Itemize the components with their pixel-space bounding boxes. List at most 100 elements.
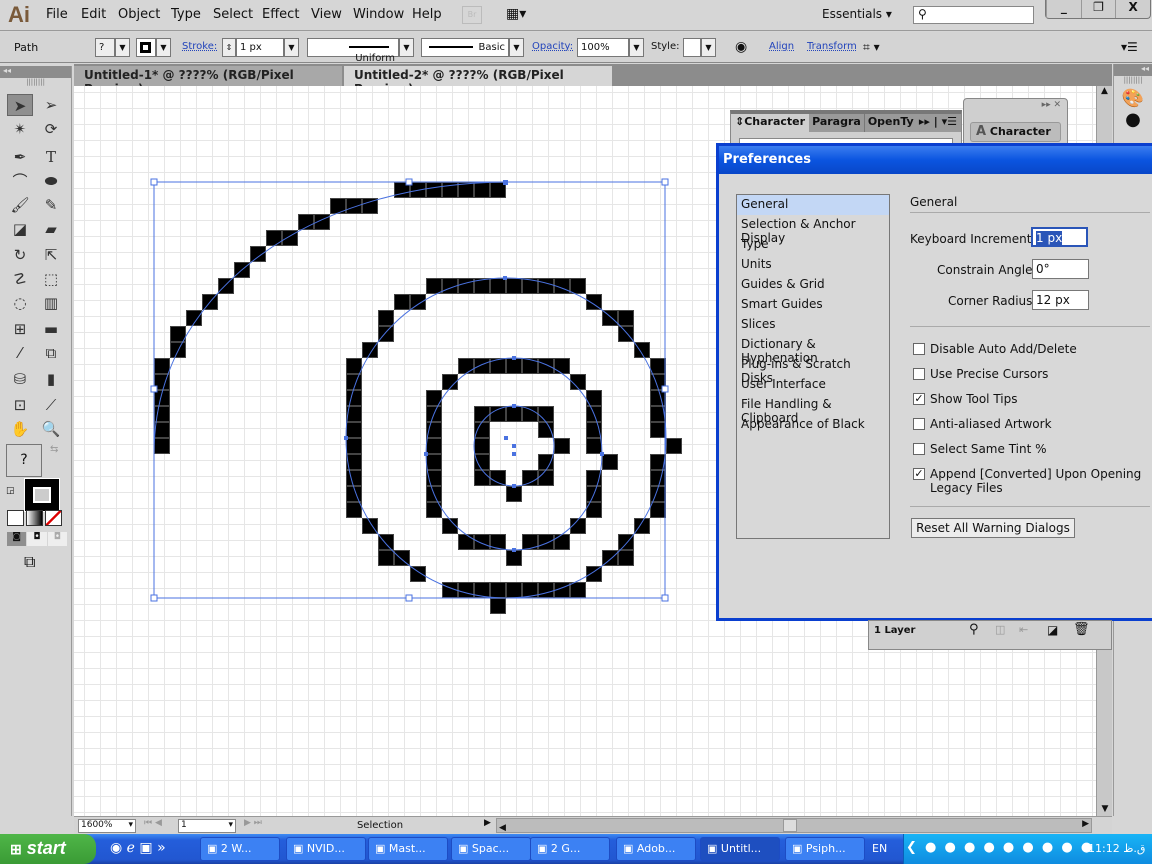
make-clipping-mask-icon[interactable]: ◫ [995, 623, 1005, 636]
anchor-point[interactable] [344, 436, 348, 440]
stroke-weight-dropdown[interactable]: ▼ [284, 38, 299, 57]
eyedropper-tool[interactable]: ⁄ [7, 342, 33, 364]
selection-tool[interactable]: ➤ [7, 94, 33, 116]
new-layer-icon[interactable]: ◪ [1047, 623, 1058, 637]
screen-mode-icon[interactable]: ⧉ [24, 552, 35, 572]
profile-dropdown[interactable]: ▼ [399, 38, 414, 57]
category-item[interactable]: General [737, 195, 889, 215]
tab-untitled-1[interactable]: Untitled-1* @ ????% (RGB/Pixel Preview)× [74, 66, 342, 96]
menu-help[interactable]: Help [412, 7, 442, 22]
menu-file[interactable]: File [46, 7, 68, 22]
taskbar-item[interactable]: ▣ NVID... [286, 837, 366, 861]
hand-tool[interactable]: ✋ [7, 418, 33, 440]
tab-character[interactable]: ⇕Character [731, 114, 810, 132]
mesh-tool[interactable]: ⊞ [7, 318, 33, 340]
taskbar-item[interactable]: ▣ 2 G... [530, 837, 610, 861]
bbox-handle[interactable] [661, 594, 669, 602]
anchor-point[interactable] [512, 484, 516, 488]
option-checkbox[interactable]: Anti-aliased Artwork [913, 417, 1149, 431]
shape-builder-tool[interactable]: ◌ [7, 292, 33, 314]
search-input[interactable]: ⚲ [913, 6, 1034, 24]
first-artboard-icon[interactable]: ⏮ ◀ [144, 818, 162, 828]
category-item[interactable]: File Handling & Clipboard [737, 395, 889, 425]
zoom-tool[interactable]: 🔍 [38, 418, 64, 440]
keyboard-increment-input[interactable]: 1 px [1031, 227, 1088, 247]
gradient-mode-button[interactable] [26, 510, 43, 526]
category-item[interactable]: Slices [737, 315, 889, 335]
category-item[interactable]: Units [737, 255, 889, 275]
menu-edit[interactable]: Edit [81, 7, 106, 22]
category-item[interactable]: Type [737, 235, 889, 255]
checkbox-icon[interactable] [913, 343, 925, 355]
tab-untitled-2[interactable]: Untitled-2* @ ????% (RGB/Pixel Preview)× [344, 66, 612, 96]
menu-type[interactable]: Type [171, 7, 201, 22]
option-checkbox[interactable]: Disable Auto Add/Delete [913, 342, 1149, 356]
scroll-up-icon[interactable]: ▲ [1097, 86, 1112, 96]
column-graph-tool[interactable]: ▮ [38, 368, 64, 390]
category-item[interactable]: Guides & Grid [737, 275, 889, 295]
option-checkbox[interactable]: Use Precise Cursors [913, 367, 1149, 381]
pen-tool[interactable]: ✒ [7, 146, 33, 168]
bridge-button[interactable]: Br [462, 6, 482, 24]
bbox-handle[interactable] [150, 385, 158, 393]
eraser-tool[interactable]: ▰ [38, 218, 64, 240]
corner-radius-input[interactable]: 12 px [1032, 290, 1089, 310]
category-item[interactable]: Dictionary & Hyphenation [737, 335, 889, 365]
default-colors-icon[interactable]: ◲ [6, 486, 15, 496]
checkbox-icon[interactable]: ✓ [913, 393, 925, 405]
artboard-dropdown-icon[interactable]: ▾ [228, 820, 235, 830]
tab-opentype[interactable]: OpenTy [865, 114, 915, 132]
status-field[interactable]: Selection [280, 818, 480, 834]
stroke-dropdown[interactable]: ▼ [156, 38, 171, 57]
color-guide-icon[interactable]: 🎨 [1114, 88, 1152, 109]
lasso-tool[interactable]: ⟳ [38, 118, 64, 140]
option-checkbox[interactable]: ✓ Show Tool Tips [913, 392, 1149, 406]
constrain-angle-input[interactable]: 0° [1032, 259, 1089, 279]
locate-object-icon[interactable]: ⚲ [969, 622, 979, 637]
color-mode-button[interactable] [7, 510, 24, 526]
isolate-selection-icon[interactable]: ⌗ ▾ [863, 40, 880, 55]
control-panel-menu-icon[interactable]: ▾☰ [1121, 40, 1138, 54]
draw-behind-icon[interactable]: ◘ [27, 532, 47, 546]
taskbar-item[interactable]: ▣ Untitl... [700, 837, 780, 861]
bbox-handle[interactable] [150, 178, 158, 186]
artboard-navigation-field[interactable]: 1 ▾ [178, 819, 236, 833]
anchor-point[interactable] [503, 180, 508, 185]
perspective-grid-tool[interactable]: ▥ [38, 292, 64, 314]
color-wheel-icon[interactable]: ● [1114, 109, 1152, 130]
anchor-point[interactable] [512, 404, 516, 408]
anchor-point[interactable] [503, 276, 507, 280]
checkbox-icon[interactable] [913, 418, 925, 430]
quicklaunch-icons[interactable]: ◉ ℯ ▣ » [110, 840, 166, 856]
menu-select[interactable]: Select [213, 7, 253, 22]
paintbrush-tool[interactable]: 🖌 [7, 194, 33, 216]
style-dropdown[interactable]: ▼ [701, 38, 716, 57]
checkbox-icon[interactable]: ✓ [913, 468, 925, 480]
artboard-tool[interactable]: ⊡ [7, 394, 33, 416]
category-list[interactable]: General Selection & Anchor Display Type Uni… [736, 194, 890, 539]
warp-tool[interactable]: ☡ [7, 268, 33, 290]
gradient-tool[interactable]: ▬ [38, 318, 64, 340]
opacity-input[interactable]: 100% [577, 38, 629, 57]
status-menu-icon[interactable]: ▶ [484, 818, 491, 828]
panel-grip[interactable]: |||||||| [0, 78, 71, 86]
direct-selection-tool[interactable]: ➢ [38, 94, 64, 116]
variable-width-profile[interactable]: Uniform [307, 38, 399, 64]
opacity-dropdown[interactable]: ▼ [629, 38, 644, 57]
blob-brush-tool[interactable]: ◪ [7, 218, 33, 240]
bbox-handle[interactable] [150, 594, 158, 602]
taskbar-item[interactable]: ▣ Spac... [451, 837, 531, 861]
option-checkbox[interactable]: Select Same Tint % [913, 442, 1149, 456]
scroll-right-icon[interactable]: ▶ [1082, 819, 1089, 829]
tray-icons[interactable]: ❮ ● ● ● ● ● ● ● ● ● [906, 840, 1094, 855]
stroke-color-box[interactable] [24, 478, 60, 512]
fill-dropdown[interactable]: ▼ [115, 38, 130, 57]
brush-definition[interactable]: Basic [421, 38, 509, 57]
ellipse-tool[interactable]: ⬬ [38, 170, 64, 192]
taskbar-item[interactable]: ▣ Mast... [368, 837, 448, 861]
slice-tool[interactable]: ⟋ [38, 394, 64, 416]
checkbox-icon[interactable] [913, 368, 925, 380]
expand-dock-icon[interactable]: ◂◂ [1114, 64, 1152, 76]
workspace-switcher[interactable]: Essentials ▾ [822, 7, 892, 21]
taskbar-item[interactable]: ▣ Psiph... [785, 837, 865, 861]
